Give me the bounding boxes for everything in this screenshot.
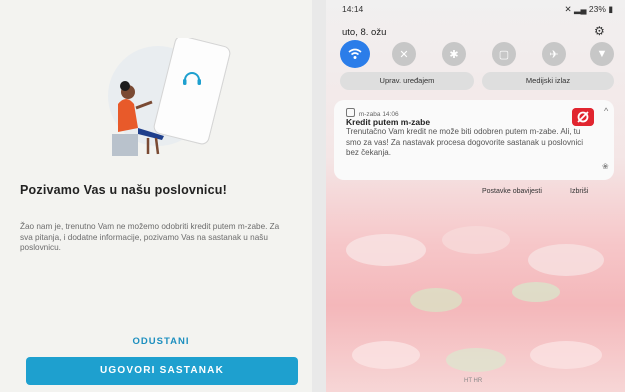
clear-link[interactable]: Izbriši xyxy=(570,188,588,195)
battery-icon: ▮ xyxy=(608,4,613,14)
notification-title: Kredit putem m-zabe xyxy=(346,117,431,127)
notification-card[interactable]: m-zaba 14:06 Kredit putem m-zabe Trenuta… xyxy=(334,100,614,180)
mute-icon: ✕ xyxy=(564,4,572,14)
airplane-icon[interactable]: ✈ xyxy=(542,42,566,66)
carrier-label: HT HR xyxy=(464,378,483,384)
notification-settings-link[interactable]: Postavke obavijesti xyxy=(482,188,542,195)
left-phone-screen: Pozivamo Vas u našu poslovnicu! Žao nam … xyxy=(0,0,312,392)
status-time: 14:14 xyxy=(342,4,364,14)
schedule-appointment-button[interactable]: UGOVORI SASTANAK xyxy=(26,357,298,385)
media-output-button[interactable]: Medijski izlaz xyxy=(482,72,614,90)
date-text: uto, 8. ožu xyxy=(342,27,387,38)
battery-level: 23% xyxy=(588,4,606,14)
app-icon xyxy=(346,108,355,117)
blurred-wallpaper xyxy=(346,226,604,372)
page-title: Pozivamo Vas u našu poslovnicu! xyxy=(20,183,227,197)
notification-text: Trenutačno Vam kredit ne može biti odobr… xyxy=(346,127,584,157)
signal-icon: ▂▄ xyxy=(573,4,587,14)
bluetooth-icon[interactable]: ✱ xyxy=(442,42,466,66)
flashlight-icon[interactable]: ▼ xyxy=(590,42,614,66)
chevron-up-icon[interactable]: ^ xyxy=(604,106,608,116)
status-bar: 14:14 ✕ ▂▄ 23% ▮ xyxy=(326,0,625,20)
wifi-icon[interactable] xyxy=(340,40,370,68)
info-text: Žao nam je, trenutno Vam ne možemo odobr… xyxy=(20,222,280,253)
status-icons: ✕ ▂▄ 23% ▮ xyxy=(564,4,613,15)
rotate-lock-icon[interactable]: ▢ xyxy=(492,42,516,66)
right-phone-screen: 14:14 ✕ ▂▄ 23% ▮ uto, 8. ožu ⚙ ✕ ✱ ▢ ✈ ▼… xyxy=(326,0,625,392)
gear-icon[interactable]: ⚙ xyxy=(594,24,605,38)
notification-settings-icon[interactable]: ❀ xyxy=(602,162,609,171)
quick-settings-row: ✕ ✱ ▢ ✈ ▼ xyxy=(340,40,620,68)
device-control-button[interactable]: Uprav. uređajem xyxy=(340,72,474,90)
sound-off-icon[interactable]: ✕ xyxy=(392,42,416,66)
bank-logo-icon xyxy=(572,108,594,126)
cancel-button[interactable]: ODUSTANI xyxy=(0,336,312,347)
support-illustration xyxy=(108,38,231,156)
